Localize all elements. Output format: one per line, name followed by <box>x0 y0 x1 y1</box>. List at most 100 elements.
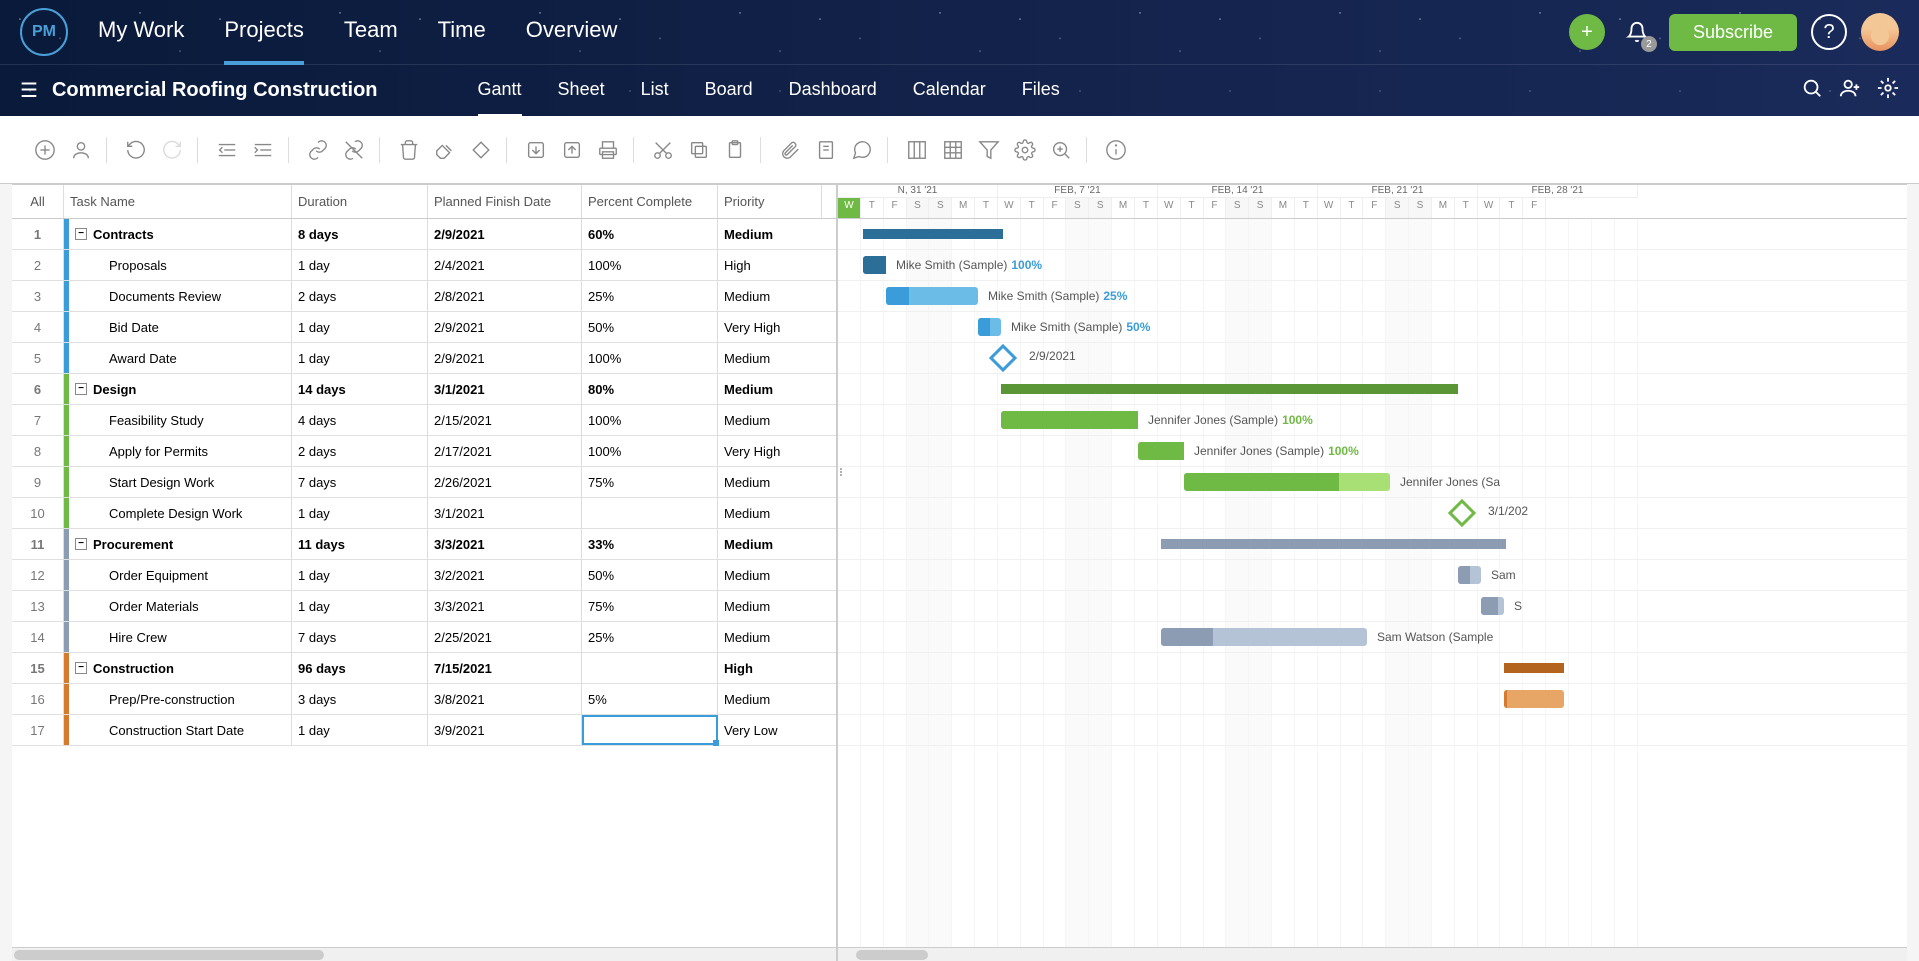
paste-icon[interactable] <box>722 137 748 163</box>
cell-priority[interactable]: Very High <box>718 312 822 342</box>
gantt-row[interactable]: Jennifer Jones (Sample)100% <box>838 405 1907 436</box>
task-row[interactable]: 14 Hire Crew 7 days 2/25/2021 25% Medium <box>12 622 836 653</box>
cell-finish[interactable]: 3/3/2021 <box>428 591 582 621</box>
link-icon[interactable] <box>305 137 331 163</box>
cell-priority[interactable]: Medium <box>718 529 822 559</box>
cell-finish[interactable]: 3/2/2021 <box>428 560 582 590</box>
cell-priority[interactable]: Medium <box>718 281 822 311</box>
cell-percent[interactable]: 75% <box>582 467 718 497</box>
cell-finish[interactable]: 2/17/2021 <box>428 436 582 466</box>
task-row[interactable]: 5 Award Date 1 day 2/9/2021 100% Medium <box>12 343 836 374</box>
cell-finish[interactable]: 2/8/2021 <box>428 281 582 311</box>
task-row[interactable]: 15 − Construction 96 days 7/15/2021 High <box>12 653 836 684</box>
export-icon[interactable] <box>559 137 585 163</box>
row-number[interactable]: 4 <box>12 312 64 342</box>
cell-priority[interactable]: Medium <box>718 560 822 590</box>
cell-percent[interactable]: 100% <box>582 436 718 466</box>
col-all[interactable]: All <box>12 185 64 218</box>
cell-duration[interactable]: 1 day <box>292 560 428 590</box>
cell-task-name[interactable]: − Construction <box>69 653 292 683</box>
gantt-summary-bar[interactable] <box>1001 384 1458 394</box>
assign-icon[interactable] <box>68 137 94 163</box>
collapse-icon[interactable]: − <box>75 538 87 550</box>
nav-team[interactable]: Team <box>344 0 398 65</box>
cell-percent[interactable] <box>582 653 718 683</box>
gantt-body[interactable]: Mike Smith (Sample)100% Mike Smith (Samp… <box>838 219 1907 947</box>
gantt-task-bar[interactable]: Sam Watson (Sample <box>1161 628 1367 646</box>
cell-priority[interactable]: Very High <box>718 436 822 466</box>
col-finish[interactable]: Planned Finish Date <box>428 185 582 218</box>
gantt-task-bar[interactable]: Mike Smith (Sample)100% <box>863 256 886 274</box>
add-user-icon[interactable] <box>1839 77 1861 105</box>
task-row[interactable]: 3 Documents Review 2 days 2/8/2021 25% M… <box>12 281 836 312</box>
gantt-milestone[interactable] <box>1448 499 1476 527</box>
cell-task-name[interactable]: Proposals <box>69 250 292 280</box>
col-name[interactable]: Task Name <box>64 185 292 218</box>
gantt-row[interactable]: Sam Watson (Sample <box>838 622 1907 653</box>
row-number[interactable]: 5 <box>12 343 64 373</box>
cell-duration[interactable]: 4 days <box>292 405 428 435</box>
tab-list[interactable]: List <box>641 65 669 117</box>
cell-task-name[interactable]: Award Date <box>69 343 292 373</box>
cell-percent[interactable]: 25% <box>582 281 718 311</box>
settings-icon[interactable] <box>1877 77 1899 105</box>
cell-finish[interactable]: 3/8/2021 <box>428 684 582 714</box>
cell-duration[interactable]: 2 days <box>292 436 428 466</box>
gantt-row[interactable]: S <box>838 591 1907 622</box>
help-button[interactable]: ? <box>1811 14 1847 50</box>
cell-finish[interactable]: 3/9/2021 <box>428 715 582 745</box>
nav-projects[interactable]: Projects <box>224 0 303 65</box>
gantt-task-bar[interactable]: Jennifer Jones (Sample)100% <box>1138 442 1184 460</box>
task-row[interactable]: 4 Bid Date 1 day 2/9/2021 50% Very High <box>12 312 836 343</box>
info-icon[interactable] <box>1103 137 1129 163</box>
unlink-icon[interactable] <box>341 137 367 163</box>
gantt-task-bar[interactable]: S <box>1481 597 1504 615</box>
gantt-summary-bar[interactable] <box>863 229 1003 239</box>
cell-priority[interactable]: Medium <box>718 591 822 621</box>
collapse-icon[interactable]: − <box>75 383 87 395</box>
nav-overview[interactable]: Overview <box>526 0 618 65</box>
task-row[interactable]: 8 Apply for Permits 2 days 2/17/2021 100… <box>12 436 836 467</box>
cell-duration[interactable]: 1 day <box>292 591 428 621</box>
cell-task-name[interactable]: Documents Review <box>69 281 292 311</box>
task-row[interactable]: 9 Start Design Work 7 days 2/26/2021 75%… <box>12 467 836 498</box>
cell-finish[interactable]: 2/15/2021 <box>428 405 582 435</box>
row-number[interactable]: 9 <box>12 467 64 497</box>
tab-board[interactable]: Board <box>705 65 753 117</box>
tab-calendar[interactable]: Calendar <box>913 65 986 117</box>
search-icon[interactable] <box>1801 77 1823 105</box>
logo[interactable]: PM <box>20 8 68 56</box>
cell-duration[interactable]: 1 day <box>292 312 428 342</box>
gantt-row[interactable]: 2/9/2021 <box>838 343 1907 374</box>
tab-sheet[interactable]: Sheet <box>558 65 605 117</box>
menu-icon[interactable]: ☰ <box>20 78 38 103</box>
cell-duration[interactable]: 8 days <box>292 219 428 249</box>
row-number[interactable]: 13 <box>12 591 64 621</box>
cell-percent[interactable]: 5% <box>582 684 718 714</box>
cell-priority[interactable]: High <box>718 250 822 280</box>
gantt-task-bar[interactable]: Mike Smith (Sample)50% <box>978 318 1001 336</box>
task-row[interactable]: 12 Order Equipment 1 day 3/2/2021 50% Me… <box>12 560 836 591</box>
gantt-row[interactable]: Jennifer Jones (Sample)100% <box>838 436 1907 467</box>
cell-percent[interactable]: 60% <box>582 219 718 249</box>
cell-percent[interactable]: 100% <box>582 250 718 280</box>
cell-task-name[interactable]: − Contracts <box>69 219 292 249</box>
gantt-row[interactable]: Mike Smith (Sample)25% <box>838 281 1907 312</box>
gantt-milestone[interactable] <box>989 344 1017 372</box>
cell-percent[interactable]: 33% <box>582 529 718 559</box>
task-row[interactable]: 1 − Contracts 8 days 2/9/2021 60% Medium <box>12 219 836 250</box>
cell-priority[interactable]: Medium <box>718 498 822 528</box>
cell-duration[interactable]: 1 day <box>292 343 428 373</box>
nav-time[interactable]: Time <box>438 0 486 65</box>
cell-finish[interactable]: 7/15/2021 <box>428 653 582 683</box>
cell-duration[interactable]: 14 days <box>292 374 428 404</box>
print-icon[interactable] <box>595 137 621 163</box>
row-number[interactable]: 1 <box>12 219 64 249</box>
grid-body[interactable]: 1 − Contracts 8 days 2/9/2021 60% Medium… <box>12 219 836 947</box>
gantt-summary-bar[interactable] <box>1161 539 1506 549</box>
redo-icon[interactable] <box>159 137 185 163</box>
attach-icon[interactable] <box>777 137 803 163</box>
zoom-icon[interactable] <box>1048 137 1074 163</box>
cell-priority[interactable]: Medium <box>718 343 822 373</box>
delete-icon[interactable] <box>396 137 422 163</box>
